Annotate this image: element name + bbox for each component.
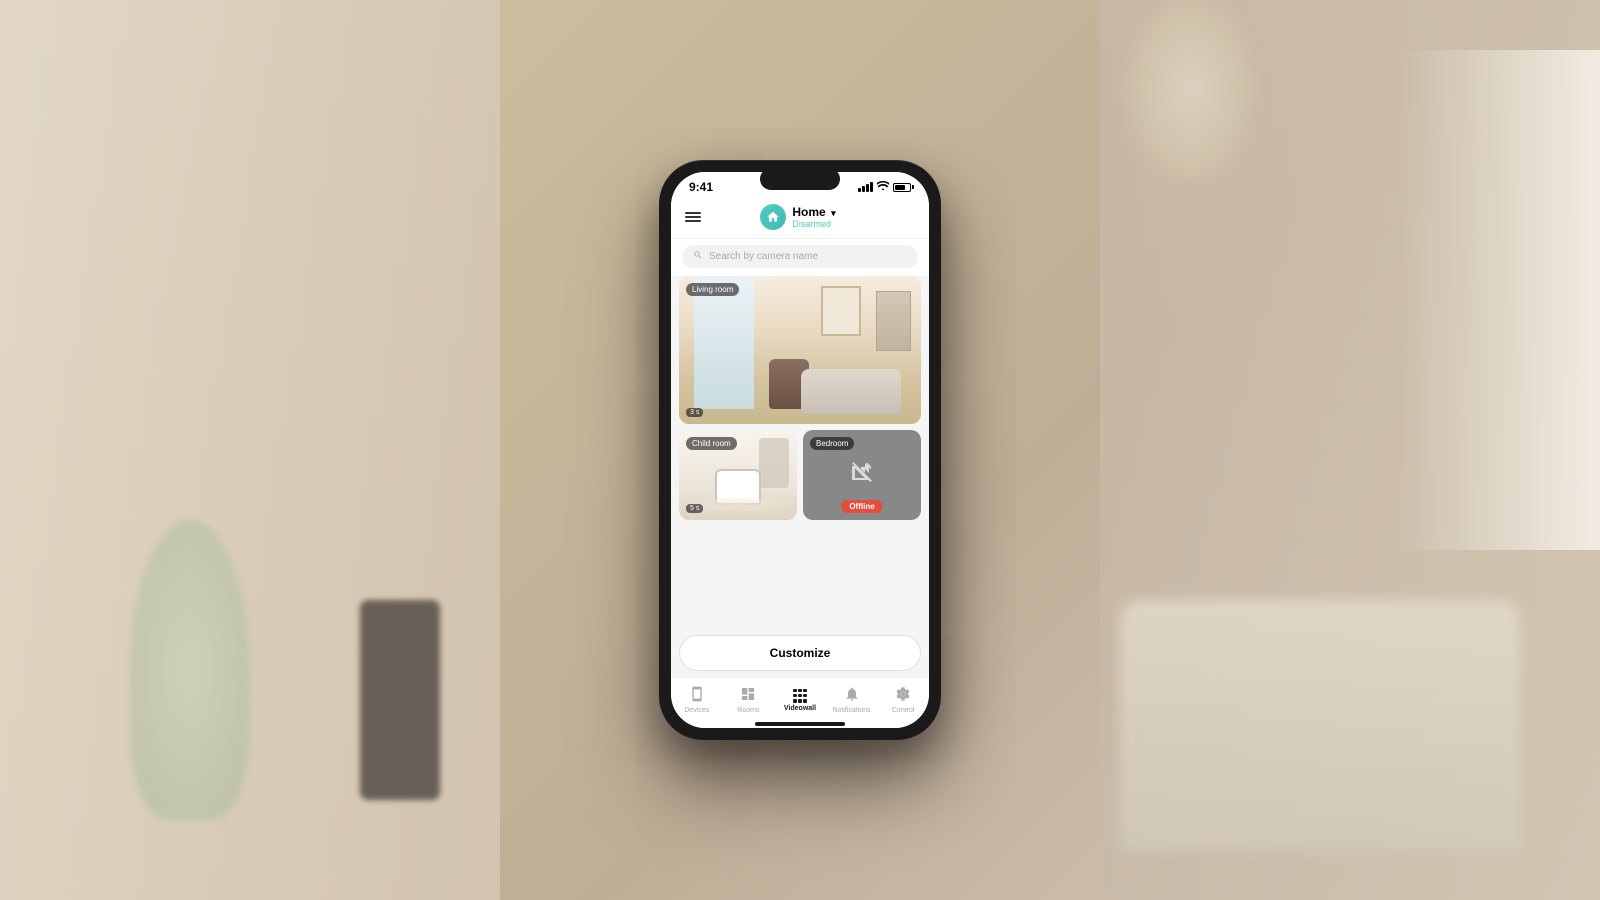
search-icon <box>693 250 703 263</box>
phone-screen: 9:41 <box>671 172 929 728</box>
videowall-icon <box>793 689 807 703</box>
child-room-label: Child room <box>686 437 737 450</box>
nav-devices-label: Devices <box>684 707 709 714</box>
bg-couch <box>1120 600 1520 850</box>
living-room-feed <box>679 276 921 424</box>
control-icon <box>895 686 911 705</box>
bottom-nav: Devices Rooms <box>671 677 929 718</box>
camera-off-icon <box>850 460 874 490</box>
search-placeholder: Search by camera name <box>709 251 818 262</box>
nav-item-videowall[interactable]: Videowall <box>774 689 826 712</box>
battery-icon <box>893 183 911 192</box>
camera-grid: Living room 3 s Child room 5 <box>671 276 929 627</box>
home-title-text: Home ▾ <box>792 205 835 219</box>
living-room-label: Living room <box>686 283 739 296</box>
home-indicator <box>671 718 929 728</box>
nav-item-notifications[interactable]: Notifications <box>826 686 878 714</box>
camera-card-living-room[interactable]: Living room 3 s <box>679 276 921 424</box>
bg-window-right <box>1400 50 1600 550</box>
menu-line <box>685 212 701 214</box>
bg-lamp <box>1130 0 1250 180</box>
home-status-text: Disarmed <box>792 219 835 229</box>
status-time: 9:41 <box>689 180 713 194</box>
bedroom-label: Bedroom <box>810 437 854 450</box>
nav-item-rooms[interactable]: Rooms <box>723 686 775 714</box>
app-header: Home ▾ Disarmed <box>671 198 929 239</box>
phone-frame: 9:41 <box>659 160 941 740</box>
lr-shelf <box>876 291 911 351</box>
rooms-icon <box>740 686 756 705</box>
search-input-wrap[interactable]: Search by camera name <box>683 245 917 268</box>
header-home-selector[interactable]: Home ▾ Disarmed <box>760 204 835 230</box>
nav-rooms-label: Rooms <box>737 707 759 714</box>
camera-card-child-room[interactable]: Child room 5 s <box>679 430 797 520</box>
dynamic-island <box>760 168 840 190</box>
living-room-timer: 3 s <box>686 408 703 417</box>
nav-item-devices[interactable]: Devices <box>671 686 723 714</box>
phone-in-hand: 9:41 <box>659 160 941 740</box>
nav-notifications-label: Notifications <box>833 707 871 714</box>
home-avatar <box>760 204 786 230</box>
signal-bars-icon <box>858 182 873 192</box>
nav-item-control[interactable]: Control <box>877 686 929 714</box>
small-cards-row: Child room 5 s Bedroom <box>679 430 921 520</box>
bg-plant <box>130 520 250 820</box>
home-title-group: Home ▾ Disarmed <box>792 205 835 229</box>
home-dropdown-icon: ▾ <box>831 208 836 218</box>
camera-card-bedroom[interactable]: Bedroom Offline <box>803 430 921 520</box>
notifications-icon <box>844 686 860 705</box>
child-room-timer: 5 s <box>686 504 703 513</box>
customize-button[interactable]: Customize <box>679 635 921 671</box>
bg-dark-object <box>360 600 440 800</box>
status-icons <box>858 181 911 193</box>
lr-sofa <box>801 369 901 414</box>
customize-section: Customize <box>671 627 929 677</box>
menu-line <box>685 216 701 218</box>
devices-icon <box>689 686 705 705</box>
wifi-icon <box>877 181 889 193</box>
menu-button[interactable] <box>685 212 701 222</box>
offline-badge: Offline <box>841 500 882 513</box>
lr-painting <box>821 286 861 336</box>
nav-videowall-label: Videowall <box>784 705 816 712</box>
home-indicator-bar <box>755 722 845 726</box>
search-bar-section: Search by camera name <box>671 239 929 276</box>
nav-control-label: Control <box>892 707 915 714</box>
menu-line <box>685 220 701 222</box>
